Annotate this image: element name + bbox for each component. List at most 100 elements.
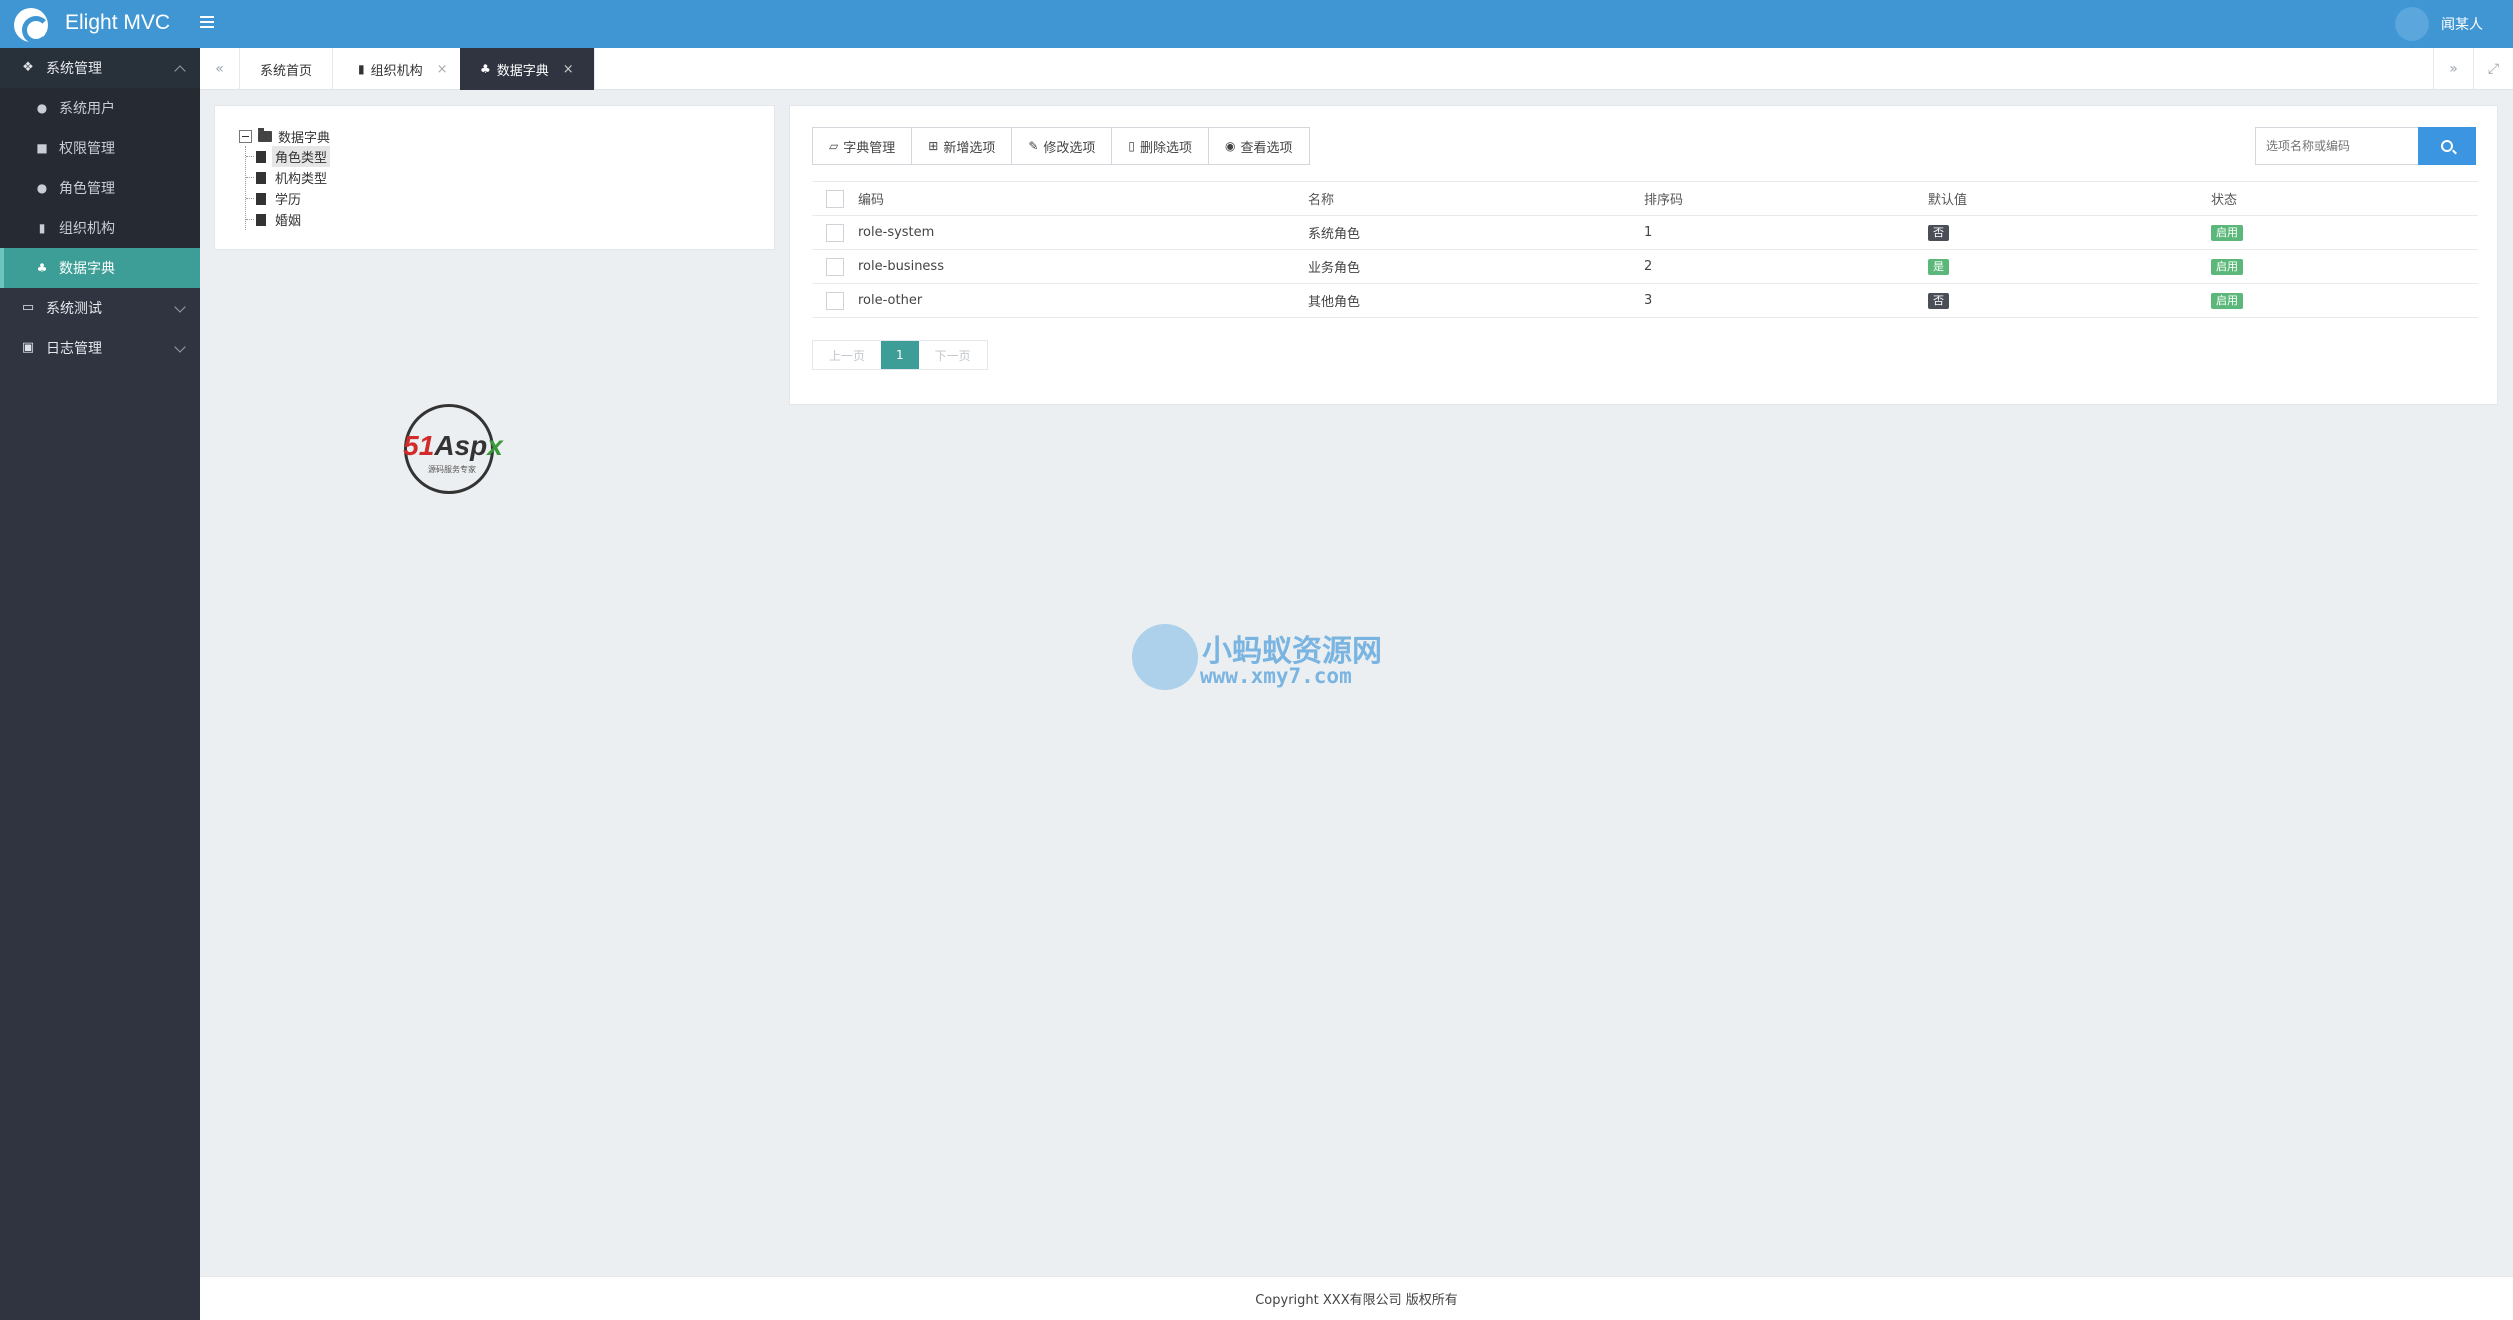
tab-organization[interactable]: ▮ 组织机构 × — [338, 48, 469, 90]
user-menu[interactable]: 闻某人 — [2395, 0, 2483, 48]
row-checkbox[interactable] — [826, 257, 844, 276]
edit-item-button[interactable]: ✎ 修改选项 — [1012, 128, 1113, 164]
sidebar-item-roles[interactable]: ● 角色管理 — [0, 168, 200, 208]
watermark-mascot-icon — [1132, 624, 1198, 690]
default-badge: 是 — [1928, 258, 1949, 275]
sidebar-group-system-test[interactable]: ▭ 系统测试 — [0, 288, 200, 328]
dictionary-manage-button[interactable]: ▱ 字典管理 — [813, 128, 913, 164]
tab-data-dictionary[interactable]: ♣ 数据字典 × — [460, 48, 595, 90]
tab-label: 系统首页 — [260, 63, 313, 79]
cell-default: 否 — [1928, 283, 2211, 318]
status-badge: 启用 — [2211, 258, 2243, 275]
table-header-row: 编码 名称 排序码 默认值 状态 — [812, 181, 2478, 216]
brand-stamp-logo: 51Aspx 源码服务专家 — [388, 400, 508, 500]
footer: Copyright XXX有限公司 版权所有 — [200, 1276, 2513, 1320]
view-item-button[interactable]: ◉ 查看选项 — [1209, 128, 1309, 164]
fullscreen-button[interactable]: ⤢ — [2473, 48, 2513, 90]
search-input[interactable] — [2255, 127, 2418, 165]
tree-root[interactable]: 数据字典 — [239, 126, 330, 146]
sidebar-item-label: 组织机构 — [59, 221, 115, 237]
cell-code: role-business — [858, 249, 1308, 284]
column-header-status[interactable]: 状态 — [2211, 181, 2478, 216]
collapse-icon[interactable] — [239, 129, 252, 143]
desktop-icon: ▭ — [21, 300, 35, 315]
column-header-default[interactable]: 默认值 — [1928, 181, 2211, 216]
row-checkbox[interactable] — [826, 291, 844, 310]
dictionary-items-table: 编码 名称 排序码 默认值 状态 role-system 系统角色 1 否 启用… — [812, 181, 2478, 318]
avatar[interactable] — [2395, 7, 2429, 41]
sidebar-item-users[interactable]: ● 系统用户 — [0, 88, 200, 128]
building-icon: ▮ — [38, 221, 46, 235]
trash-icon: ▯ — [1128, 139, 1136, 153]
sidebar-item-label: 角色管理 — [59, 181, 115, 197]
table-row[interactable]: role-system 系统角色 1 否 启用 — [812, 215, 2478, 250]
page-number-current[interactable]: 1 — [881, 341, 919, 369]
chevron-up-icon — [174, 65, 186, 77]
file-icon — [256, 192, 266, 205]
sidebar-item-label: 系统用户 — [59, 101, 115, 117]
select-all-checkbox[interactable] — [826, 189, 844, 208]
column-header-sort[interactable]: 排序码 — [1644, 181, 1928, 216]
row-select-cell — [812, 283, 858, 318]
chevron-down-icon — [174, 341, 186, 353]
file-icon — [256, 213, 266, 226]
tabs-scroll-right-button[interactable]: » — [2433, 48, 2473, 90]
building-icon: ▮ — [358, 62, 365, 76]
table-row[interactable]: role-business 业务角色 2 是 启用 — [812, 249, 2478, 284]
tree-node-education[interactable]: 学历 — [245, 188, 330, 209]
cubes-icon: ❖ — [22, 60, 34, 75]
column-header-code[interactable]: 编码 — [858, 181, 1308, 216]
dictionary-items-panel: ▱ 字典管理 ⊞ 新增选项 ✎ 修改选项 ▯ 删除选项 ◉ 查看选项 编 — [789, 105, 2498, 405]
chevron-down-icon — [174, 301, 186, 313]
stamp-brand: 51Aspx — [403, 430, 503, 461]
close-icon[interactable]: × — [563, 62, 574, 77]
menu-toggle-icon[interactable] — [200, 16, 214, 28]
search-button[interactable] — [2418, 127, 2476, 165]
file-icon — [256, 150, 266, 163]
add-item-button[interactable]: ⊞ 新增选项 — [912, 128, 1013, 164]
user-icon: ● — [36, 101, 48, 115]
tab-home[interactable]: 系统首页 — [240, 48, 334, 90]
sidebar-item-organization[interactable]: ▮ 组织机构 — [0, 208, 200, 248]
copyright-text: Copyright XXX有限公司 版权所有 — [1255, 1293, 1458, 1308]
sidebar-group-system-admin[interactable]: ❖ 系统管理 — [0, 48, 200, 88]
tree-node-label: 婚姻 — [275, 214, 302, 229]
sidebar: ❖ 系统管理 ● 系统用户 ■ 权限管理 ● 角色管理 ▮ 组织机构 ♣ 数据字… — [0, 48, 200, 1320]
sidebar-item-data-dictionary[interactable]: ♣ 数据字典 — [0, 248, 200, 288]
next-page-button[interactable]: 下一页 — [919, 341, 987, 369]
expand-icon: ⤢ — [2487, 61, 2500, 77]
dictionary-tree: 数据字典 角色类型 机构类型 学历 婚姻 — [239, 126, 331, 230]
watermark: 小蚂蚁资源网 www.xmy7.com — [1130, 622, 1390, 702]
delete-item-button[interactable]: ▯ 删除选项 — [1112, 128, 1210, 164]
cell-sort: 1 — [1644, 215, 1928, 250]
double-chevron-left-icon: « — [215, 61, 224, 77]
tabs-scroll-left-button[interactable]: « — [200, 48, 240, 90]
tree-node-marriage[interactable]: 婚姻 — [245, 209, 330, 230]
sidebar-item-permissions[interactable]: ■ 权限管理 — [0, 128, 200, 168]
tree-node-org-type[interactable]: 机构类型 — [245, 167, 330, 188]
tree-node-label: 角色类型 — [272, 146, 331, 167]
stamp-slogan: 源码服务专家 — [428, 465, 476, 474]
app-logo-icon — [14, 8, 50, 44]
column-header-name[interactable]: 名称 — [1308, 181, 1644, 216]
prev-page-button[interactable]: 上一页 — [813, 341, 881, 369]
sidebar-item-label: 权限管理 — [59, 141, 115, 157]
row-checkbox[interactable] — [826, 223, 844, 242]
plus-square-icon: ⊞ — [928, 139, 939, 153]
close-icon[interactable]: × — [437, 62, 448, 77]
status-badge: 启用 — [2211, 292, 2243, 309]
button-label: 删除选项 — [1140, 140, 1193, 156]
table-row[interactable]: role-other 其他角色 3 否 启用 — [812, 283, 2478, 318]
row-select-cell — [812, 215, 858, 250]
sidebar-group-log-management[interactable]: ▣ 日志管理 — [0, 328, 200, 368]
tree-node-role-type[interactable]: 角色类型 — [245, 146, 331, 167]
tree-children: 角色类型 机构类型 学历 婚姻 — [245, 146, 331, 230]
tab-label: 组织机构 — [370, 63, 423, 79]
cell-status: 启用 — [2211, 283, 2478, 318]
cell-sort: 3 — [1644, 283, 1928, 318]
eye-icon: ◉ — [1225, 139, 1236, 153]
user-name[interactable]: 闻某人 — [2441, 14, 2483, 34]
double-chevron-right-icon: » — [2449, 61, 2458, 77]
search-box — [2255, 127, 2476, 165]
cell-status: 启用 — [2211, 249, 2478, 284]
